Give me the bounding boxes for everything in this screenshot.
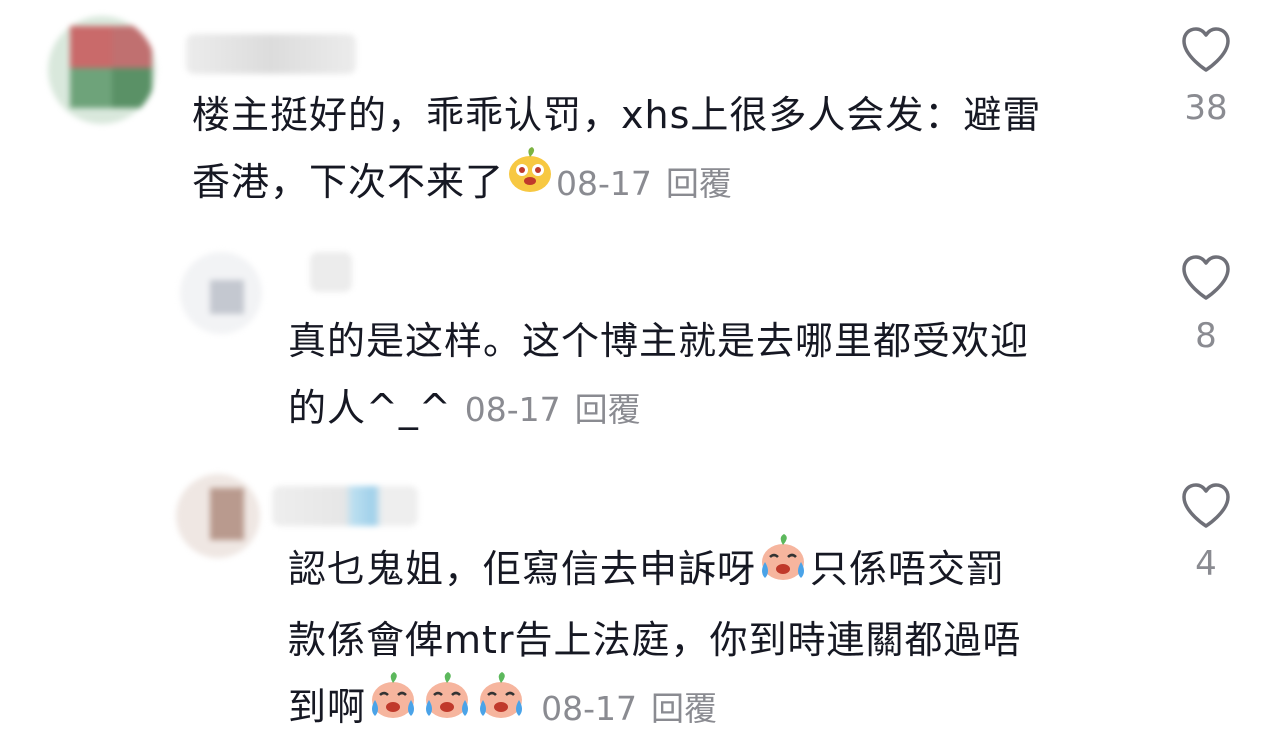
- laughing-critter-emoji-icon: [505, 145, 555, 216]
- like-count: 4: [1195, 544, 1217, 584]
- comment-line-1: 楼主挺好的，乖乖认罚，xhs上很多人会发：避雷: [192, 93, 1042, 137]
- crying-face-emoji-icon: [421, 670, 473, 741]
- username-blurred[interactable]: [272, 486, 418, 526]
- comment-date: 08-17: [556, 164, 652, 203]
- avatar[interactable]: [48, 16, 156, 124]
- crying-face-emoji-icon: [367, 670, 419, 741]
- comment-text: 楼主挺好的，乖乖认罚，xhs上很多人会发：避雷 香港，下次不来了 08-17 回覆: [192, 82, 1041, 220]
- username-blurred[interactable]: [310, 252, 352, 292]
- like-button[interactable]: 4: [1166, 482, 1246, 584]
- crying-face-emoji-icon: [757, 532, 809, 603]
- comment-text: 真的是这样。这个博主就是去哪里都受欢迎 的人^_^ 08-17 回覆: [288, 308, 1029, 443]
- heart-icon[interactable]: [1180, 482, 1232, 530]
- avatar[interactable]: [180, 252, 262, 334]
- comment-line-3: 到啊: [288, 685, 367, 729]
- crying-face-emoji-icon: [475, 670, 527, 741]
- like-button[interactable]: 8: [1166, 254, 1246, 356]
- reply-button[interactable]: 回覆: [666, 164, 732, 203]
- heart-icon[interactable]: [1180, 26, 1232, 74]
- reply-button[interactable]: 回覆: [575, 390, 641, 429]
- comment-date: 08-17: [541, 689, 637, 728]
- like-count: 38: [1184, 88, 1228, 128]
- like-count: 8: [1195, 316, 1217, 356]
- comment-line-2: 款係會俾mtr告上法庭，你到時連關都過唔: [288, 618, 1022, 662]
- comment-line-2: 香港，下次不来了: [192, 160, 505, 204]
- comment-line-1: 真的是这样。这个博主就是去哪里都受欢迎: [288, 319, 1030, 363]
- heart-icon[interactable]: [1180, 254, 1232, 302]
- comment-line-1b: 只係唔交罰: [810, 547, 1006, 591]
- comment-text: 認乜鬼姐，佢寫信去申訴呀 只係唔交罰 款係會俾mtr告上法庭，你到時連關都過唔 …: [288, 534, 1022, 745]
- reply-button[interactable]: 回覆: [651, 689, 717, 728]
- username-blurred[interactable]: [186, 34, 356, 74]
- like-button[interactable]: 38: [1166, 26, 1246, 128]
- avatar[interactable]: [176, 474, 260, 558]
- comment-line-1: 認乜鬼姐，佢寫信去申訴呀: [288, 547, 757, 591]
- comment-date: 08-17: [464, 390, 561, 429]
- comment-line-2: 的人^_^: [288, 386, 452, 430]
